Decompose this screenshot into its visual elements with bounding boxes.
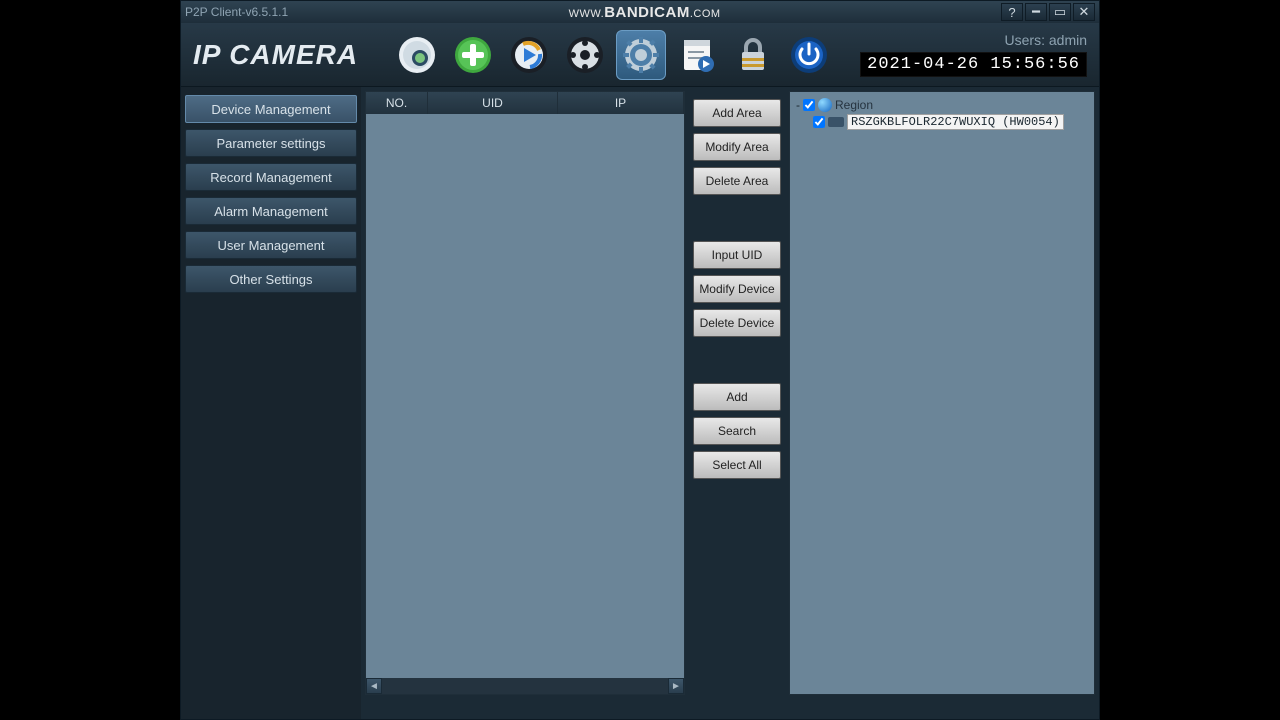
region-tree[interactable]: - Region RSZGKBLFOLR22C7WUXIQ (HW0054) xyxy=(789,91,1095,695)
scroll-right-icon[interactable]: ► xyxy=(668,678,684,694)
camera-icon[interactable] xyxy=(392,30,442,80)
modify-device-button[interactable]: Modify Device xyxy=(693,275,781,303)
add-area-button[interactable]: Add Area xyxy=(693,99,781,127)
device-list: NO. UID IP ◄ ► xyxy=(365,91,685,695)
settings-icon[interactable] xyxy=(616,30,666,80)
add-icon[interactable] xyxy=(448,30,498,80)
minimize-button[interactable]: ━ xyxy=(1025,3,1047,21)
lock-icon[interactable] xyxy=(728,30,778,80)
app-title: P2P Client-v6.5.1.1 xyxy=(185,5,288,19)
search-button[interactable]: Search xyxy=(693,417,781,445)
help-button[interactable]: ? xyxy=(1001,3,1023,21)
sidebar-item-parameter-settings[interactable]: Parameter settings xyxy=(185,129,357,157)
modify-area-button[interactable]: Modify Area xyxy=(693,133,781,161)
play-icon[interactable] xyxy=(504,30,554,80)
action-buttons: Add Area Modify Area Delete Area Input U… xyxy=(689,91,785,695)
titlebar: P2P Client-v6.5.1.1 WWW.BANDICAM.COM ? ━… xyxy=(181,1,1099,23)
sidebar-item-other-settings[interactable]: Other Settings xyxy=(185,265,357,293)
center-panel: NO. UID IP ◄ ► Add Area Modify Area Dele… xyxy=(361,87,1099,719)
main: Device Management Parameter settings Rec… xyxy=(181,87,1099,719)
window-controls: ? ━ ▭ ✕ xyxy=(1001,3,1095,21)
toolbar xyxy=(392,30,834,80)
sidebar-item-alarm-management[interactable]: Alarm Management xyxy=(185,197,357,225)
sidebar-item-record-management[interactable]: Record Management xyxy=(185,163,357,191)
col-ip[interactable]: IP xyxy=(558,92,684,114)
sidebar: Device Management Parameter settings Rec… xyxy=(181,87,361,719)
globe-icon xyxy=(818,98,832,112)
col-uid[interactable]: UID xyxy=(428,92,558,114)
list-body[interactable] xyxy=(366,114,684,678)
region-label: Region xyxy=(835,98,873,112)
input-uid-button[interactable]: Input UID xyxy=(693,241,781,269)
region-checkbox[interactable] xyxy=(803,99,815,111)
app-window: P2P Client-v6.5.1.1 WWW.BANDICAM.COM ? ━… xyxy=(180,0,1100,720)
sidebar-item-user-management[interactable]: User Management xyxy=(185,231,357,259)
delete-device-button[interactable]: Delete Device xyxy=(693,309,781,337)
list-header: NO. UID IP xyxy=(366,92,684,114)
bandicam-watermark: WWW.BANDICAM.COM xyxy=(569,4,721,21)
device-label[interactable]: RSZGKBLFOLR22C7WUXIQ (HW0054) xyxy=(847,114,1064,130)
add-button[interactable]: Add xyxy=(693,383,781,411)
users-label: Users: admin xyxy=(1005,32,1087,48)
record-icon[interactable] xyxy=(560,30,610,80)
maximize-button[interactable]: ▭ xyxy=(1049,3,1071,21)
header: IP CAMERA xyxy=(181,23,1099,87)
tree-device-row[interactable]: RSZGKBLFOLR22C7WUXIQ (HW0054) xyxy=(796,114,1088,130)
scroll-left-icon[interactable]: ◄ xyxy=(366,678,382,694)
horizontal-scrollbar[interactable]: ◄ ► xyxy=(366,678,684,694)
log-icon[interactable] xyxy=(672,30,722,80)
delete-area-button[interactable]: Delete Area xyxy=(693,167,781,195)
power-icon[interactable] xyxy=(784,30,834,80)
device-checkbox[interactable] xyxy=(813,116,825,128)
sidebar-item-device-management[interactable]: Device Management xyxy=(185,95,357,123)
collapse-icon[interactable]: - xyxy=(796,98,800,112)
tree-root-row[interactable]: - Region xyxy=(796,98,1088,112)
col-no[interactable]: NO. xyxy=(366,92,428,114)
select-all-button[interactable]: Select All xyxy=(693,451,781,479)
logo: IP CAMERA xyxy=(193,39,358,71)
scroll-track[interactable] xyxy=(382,678,668,694)
close-button[interactable]: ✕ xyxy=(1073,3,1095,21)
datetime: 2021-04-26 15:56:56 xyxy=(860,52,1087,77)
camera-small-icon xyxy=(828,117,844,127)
